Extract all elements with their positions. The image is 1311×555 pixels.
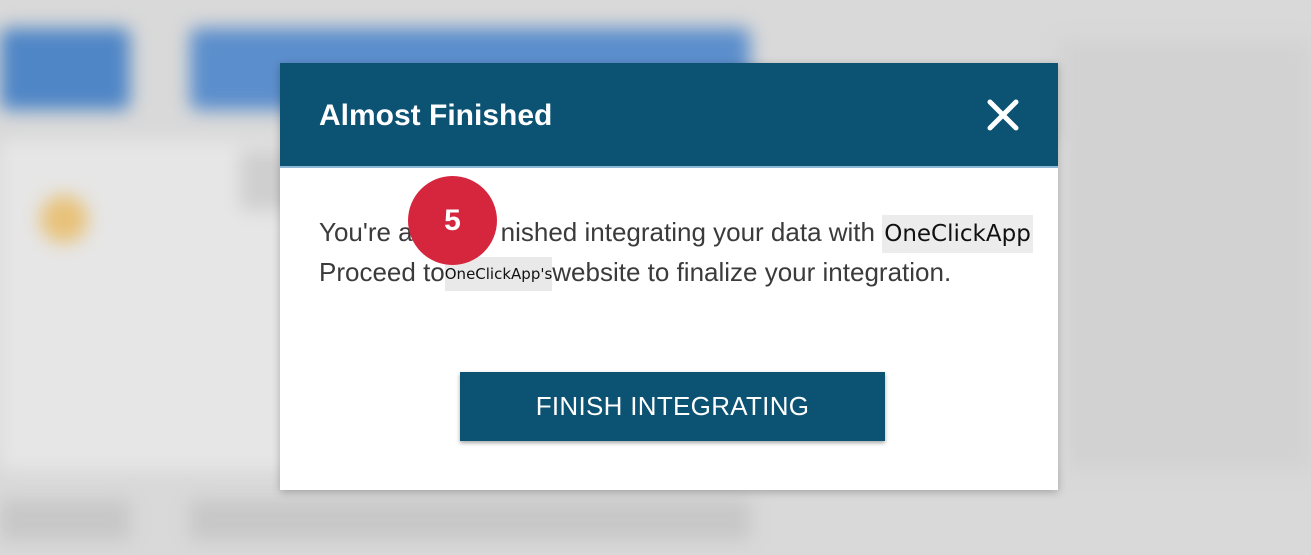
dialog-header: Almost Finished (280, 63, 1058, 168)
background-button (0, 28, 130, 110)
background-dot (40, 195, 88, 243)
message-text: website to finalize your integration. (552, 257, 952, 287)
background-bar (190, 500, 750, 540)
background-side (1060, 40, 1311, 470)
close-icon (987, 99, 1019, 131)
dialog-title: Almost Finished (319, 99, 553, 132)
message-text: You're a (319, 217, 413, 247)
app-name: OneClickApp (882, 215, 1033, 253)
background-bar (0, 500, 130, 540)
message-line-2: Proceed toOneClickApp'swebsite to finali… (319, 253, 1039, 292)
step-number-badge: 5 (408, 176, 497, 265)
message-text: nished integrating your data with (500, 217, 883, 247)
close-button[interactable] (986, 98, 1020, 132)
finish-integrating-button[interactable]: FINISH INTEGRATING (460, 372, 885, 441)
message-text: Proceed to (319, 257, 445, 287)
almost-finished-dialog: Almost Finished You're a nished integrati… (280, 63, 1058, 490)
